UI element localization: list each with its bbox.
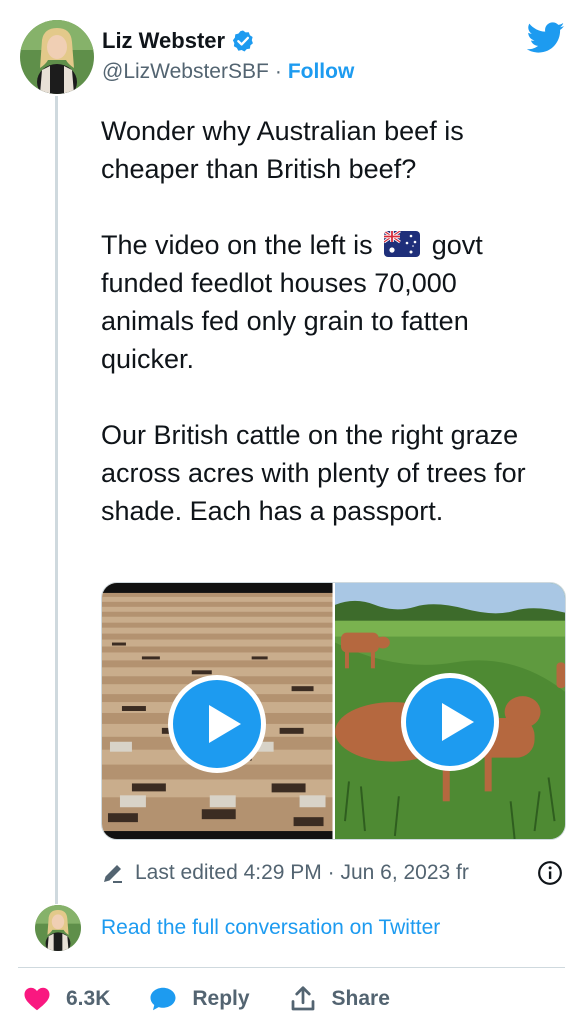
twitter-bird-icon[interactable] bbox=[527, 22, 565, 54]
video-british-cattle[interactable] bbox=[334, 583, 565, 839]
reply-label: Reply bbox=[192, 987, 250, 1010]
follow-button[interactable]: Follow bbox=[288, 60, 355, 84]
read-conversation-link[interactable]: Read the full conversation on Twitter bbox=[101, 916, 440, 940]
like-count: 6.3K bbox=[66, 987, 111, 1010]
tweet-paragraph-2: The video on the left is govt funded fee… bbox=[101, 226, 551, 378]
thread-line bbox=[55, 96, 58, 904]
info-icon[interactable] bbox=[537, 860, 563, 886]
author-avatar[interactable] bbox=[20, 20, 94, 94]
tweet-paragraph-1: Wonder why Australian beef is cheaper th… bbox=[101, 116, 464, 184]
play-button-left[interactable] bbox=[168, 675, 267, 773]
footer-divider bbox=[18, 967, 565, 968]
tweet-card: Liz Webster @LizWebsterSBF · Follow Wond… bbox=[0, 0, 583, 1024]
author-name-row: Liz Webster bbox=[102, 28, 255, 54]
reply-button[interactable]: Reply bbox=[148, 984, 250, 1014]
reader-avatar[interactable] bbox=[35, 905, 81, 951]
media-grid bbox=[101, 582, 566, 840]
author-handle[interactable]: @LizWebsterSBF bbox=[102, 60, 269, 84]
tweet-paragraph-2-before: The video on the left is bbox=[101, 230, 373, 260]
play-button-right[interactable] bbox=[400, 673, 499, 771]
last-edited-text[interactable]: Last edited 4:29 PM · Jun 6, 2023 fr bbox=[135, 861, 531, 885]
handle-separator: · bbox=[274, 60, 282, 83]
pencil-icon bbox=[104, 865, 122, 883]
reply-bubble-icon bbox=[150, 987, 176, 1011]
like-button[interactable]: 6.3K bbox=[22, 984, 110, 1014]
share-button[interactable]: Share bbox=[288, 984, 390, 1014]
verified-badge-icon bbox=[232, 30, 253, 52]
share-label: Share bbox=[331, 987, 390, 1010]
video-feedlot[interactable] bbox=[102, 583, 333, 839]
author-handle-row: @LizWebsterSBF · Follow bbox=[102, 60, 354, 84]
action-bar: 6.3K Reply Share bbox=[22, 984, 428, 1014]
tweet-paragraph-3: Our British cattle on the right graze ac… bbox=[101, 420, 526, 526]
heart-icon bbox=[24, 987, 50, 1011]
tweet-text: Wonder why Australian beef is cheaper th… bbox=[101, 112, 551, 530]
australia-flag-icon bbox=[384, 231, 421, 257]
author-display-name[interactable]: Liz Webster bbox=[102, 28, 225, 54]
share-icon bbox=[291, 986, 314, 1011]
edited-row: Last edited 4:29 PM · Jun 6, 2023 fr bbox=[101, 860, 563, 886]
